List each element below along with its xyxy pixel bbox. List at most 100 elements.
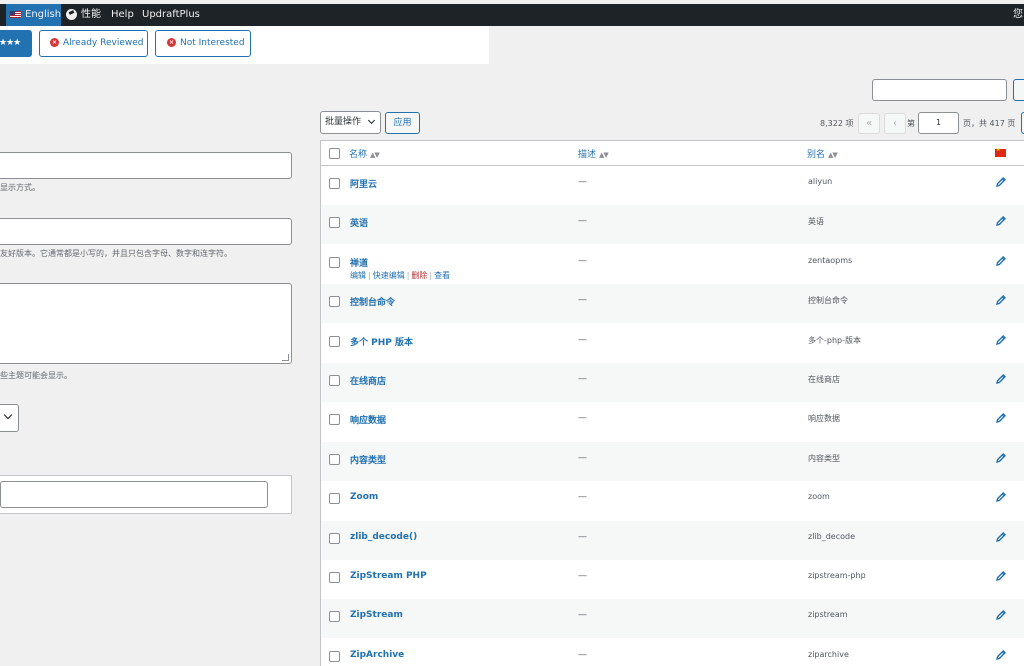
- pencil-icon[interactable]: [995, 255, 1007, 267]
- term-name-link[interactable]: 响应数据: [350, 413, 386, 426]
- row-checkbox[interactable]: [329, 650, 340, 662]
- tag-slug-input[interactable]: [0, 218, 292, 245]
- extra-field-input[interactable]: [0, 481, 268, 508]
- us-flag-icon: [10, 10, 21, 18]
- term-slug: zipstream: [808, 610, 848, 620]
- row-checkbox[interactable]: [329, 453, 340, 465]
- current-page-input[interactable]: 1: [918, 112, 959, 134]
- pencil-icon[interactable]: [995, 452, 1007, 464]
- pencil-icon[interactable]: [995, 294, 1007, 306]
- row-action-view[interactable]: 查看: [434, 271, 450, 280]
- prev-page-button[interactable]: ‹: [884, 113, 906, 134]
- language-switcher[interactable]: English: [6, 4, 61, 26]
- term-name-link[interactable]: 英语: [350, 216, 368, 229]
- not-interested-button[interactable]: × Not Interested: [155, 30, 251, 57]
- term-slug: ziparchive: [808, 649, 849, 659]
- row-action-delete[interactable]: 删除: [411, 271, 427, 280]
- term-name-link[interactable]: ZipArchive: [350, 650, 404, 660]
- help-menu[interactable]: Help: [111, 4, 134, 26]
- row-checkbox[interactable]: [329, 296, 340, 308]
- table-row: zlib_decode() — zlib_decode: [321, 520, 1024, 560]
- term-description: —: [578, 177, 587, 187]
- tag-name-input[interactable]: [0, 152, 292, 179]
- row-checkbox[interactable]: [329, 611, 340, 623]
- term-name-link[interactable]: 控制台命令: [350, 295, 395, 308]
- column-slug-label: 别名: [807, 150, 826, 160]
- term-name-link[interactable]: 禅道: [350, 256, 368, 269]
- row-checkbox[interactable]: [329, 335, 340, 347]
- column-description-label: 描述: [578, 150, 597, 160]
- table-header: 名称 ▲▼ 描述 ▲▼ 别名 ▲▼: [321, 141, 1024, 166]
- review-notice: ★★★ × Already Reviewed × Not Interested: [0, 26, 489, 64]
- row-checkbox[interactable]: [329, 493, 340, 505]
- item-count: 8,322 项: [820, 119, 854, 128]
- column-description-header[interactable]: 描述 ▲▼: [578, 147, 609, 160]
- performance-label: 性能: [81, 9, 101, 20]
- term-name-link[interactable]: zlib_decode(): [350, 532, 417, 542]
- term-slug: zentaopms: [808, 255, 853, 265]
- term-description: —: [578, 334, 587, 345]
- term-slug: 响应数据: [808, 414, 840, 424]
- term-description: —: [578, 295, 587, 306]
- column-slug-header[interactable]: 别名 ▲▼: [807, 147, 838, 160]
- pencil-icon[interactable]: [995, 649, 1007, 661]
- row-checkbox[interactable]: [329, 572, 340, 583]
- bulk-action-select[interactable]: 批量操作: [320, 111, 381, 134]
- pencil-icon[interactable]: [995, 570, 1007, 582]
- pencil-icon[interactable]: [995, 215, 1007, 227]
- term-slug: 多个-php-版本: [808, 335, 861, 345]
- term-name-link[interactable]: Zoom: [350, 492, 378, 502]
- term-description: —: [578, 571, 587, 581]
- table-row: 英语 — 英语: [321, 205, 1024, 245]
- pencil-icon[interactable]: [995, 609, 1007, 621]
- parent-select[interactable]: [0, 404, 19, 432]
- updraftplus-menu[interactable]: UpdraftPlus: [142, 4, 200, 26]
- term-description: —: [578, 452, 587, 463]
- close-circle-icon: ×: [167, 38, 176, 47]
- row-action-quick-edit[interactable]: 快速编辑: [373, 271, 405, 280]
- row-checkbox[interactable]: [329, 256, 340, 268]
- row-checkbox[interactable]: [329, 414, 340, 426]
- select-all-checkbox[interactable]: [329, 148, 340, 159]
- table-row: 禅道 — zentaopms 编辑 | 快速编辑 | 删除 | 查看: [321, 245, 1024, 284]
- tag-description-textarea[interactable]: [0, 283, 292, 364]
- terms-table: 名称▲▼ 描述▲▼ 别名▲▼ 阿里云—aliyun英语—英语禅道—zentaop…: [320, 140, 1024, 666]
- tag-slug-description: 友好版本。它通常都是小写的，并且只包含字母、数字和连字符。: [0, 249, 232, 258]
- pencil-icon[interactable]: [995, 373, 1007, 385]
- row-checkbox[interactable]: [329, 375, 340, 386]
- not-interested-label: Not Interested: [180, 38, 245, 48]
- table-row: 阿里云 — aliyun: [321, 166, 1024, 205]
- row-action-edit[interactable]: 编辑: [350, 271, 366, 280]
- user-greeting[interactable]: 您: [1013, 4, 1023, 26]
- pencil-icon[interactable]: [995, 531, 1007, 543]
- table-row: 在线商店 — 在线商店: [321, 363, 1024, 402]
- term-name-link[interactable]: 多个 PHP 版本: [350, 335, 413, 348]
- term-name-link[interactable]: ZipStream: [350, 610, 403, 620]
- term-name-link[interactable]: 在线商店: [350, 374, 386, 387]
- pencil-icon[interactable]: [995, 176, 1007, 188]
- row-checkbox[interactable]: [329, 217, 340, 229]
- apply-button[interactable]: 应用: [385, 112, 420, 134]
- search-button[interactable]: [1013, 79, 1024, 101]
- pencil-icon[interactable]: [995, 412, 1007, 424]
- term-name-link[interactable]: ZipStream PHP: [350, 571, 427, 581]
- term-name-link[interactable]: 内容类型: [350, 453, 386, 466]
- pencil-icon[interactable]: [995, 491, 1007, 503]
- language-label: English: [25, 9, 62, 20]
- search-input[interactable]: [872, 79, 1007, 101]
- row-checkbox[interactable]: [329, 178, 340, 189]
- term-slug: 内容类型: [808, 453, 840, 463]
- table-row: 多个 PHP 版本 — 多个-php-版本: [321, 324, 1024, 363]
- pencil-icon[interactable]: [995, 334, 1007, 346]
- page-prefix: 第: [907, 119, 915, 128]
- first-page-button[interactable]: «: [858, 113, 880, 134]
- already-reviewed-button[interactable]: × Already Reviewed: [39, 30, 148, 57]
- column-name-header[interactable]: 名称 ▲▼: [349, 147, 380, 160]
- performance-menu[interactable]: 性能: [66, 4, 101, 26]
- term-name-link[interactable]: 阿里云: [350, 177, 377, 190]
- chevron-down-icon: [3, 410, 13, 420]
- performance-gauge-icon: [66, 8, 77, 20]
- row-checkbox[interactable]: [329, 532, 340, 544]
- rate-stars-button[interactable]: ★★★: [0, 30, 32, 57]
- sort-icon: ▲▼: [370, 151, 380, 159]
